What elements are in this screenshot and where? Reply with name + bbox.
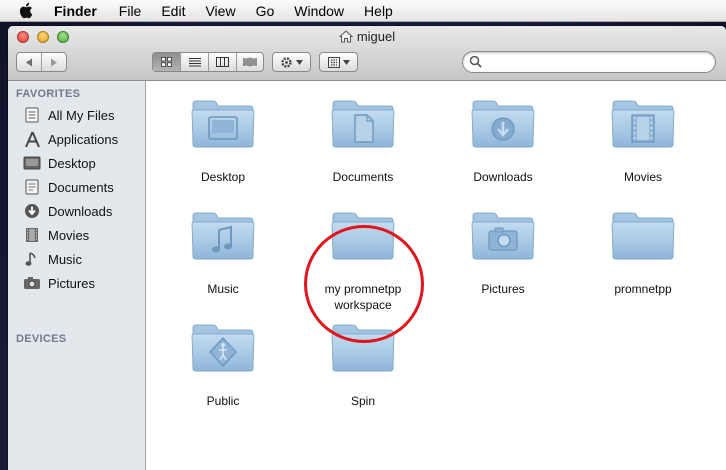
action-button[interactable]: [272, 52, 311, 72]
file-item-downloads[interactable]: Downloads: [448, 98, 558, 184]
menu-finder[interactable]: Finder: [54, 3, 97, 19]
file-item-movies[interactable]: Movies: [588, 98, 698, 184]
sidebar-item-movies[interactable]: Movies: [22, 224, 142, 246]
music-icon: [22, 250, 42, 268]
public-folder-icon: [191, 322, 255, 372]
forward-button[interactable]: [42, 53, 66, 71]
sidebar-item-documents[interactable]: Documents: [22, 176, 142, 198]
chevron-down-icon: [296, 59, 303, 65]
file-item-public[interactable]: Public: [168, 322, 278, 408]
devices-header: DEVICES: [16, 333, 67, 345]
file-name: Movies: [623, 170, 662, 184]
list-view-icon: [188, 57, 201, 67]
favorites-header: FAVORITES: [16, 88, 81, 100]
sidebar-item-label: All My Files: [48, 107, 115, 123]
downloads-icon: [22, 202, 42, 220]
desktop-icon: [22, 154, 42, 172]
file-item-pictures[interactable]: Pictures: [448, 210, 558, 296]
column-view-icon: [216, 57, 229, 67]
sidebar-item-all-my-files[interactable]: All My Files: [22, 104, 142, 126]
sidebar-item-label: Desktop: [48, 155, 96, 171]
sidebar-item-label: Pictures: [48, 275, 95, 291]
file-name: promnetpp: [614, 282, 672, 296]
file-name: Documents: [332, 170, 394, 184]
file-name: Music: [207, 282, 239, 296]
chevron-down-icon: [342, 59, 350, 65]
arrange-icon: [327, 56, 340, 68]
documents-folder-icon: [331, 98, 395, 148]
arrange-button[interactable]: [319, 52, 358, 72]
cover-flow-button[interactable]: [237, 53, 263, 71]
search-input[interactable]: [485, 54, 711, 72]
music-folder-icon: [191, 210, 255, 260]
home-icon: [338, 30, 353, 43]
menu-view[interactable]: View: [205, 3, 235, 19]
window-title: miguel: [8, 29, 726, 44]
file-name: Spin: [350, 394, 376, 408]
movies-folder-icon: [611, 98, 675, 148]
title-bar[interactable]: miguel: [8, 26, 726, 81]
file-item-documents[interactable]: Documents: [308, 98, 418, 184]
back-button[interactable]: [17, 53, 42, 71]
pictures-folder-icon: [471, 210, 535, 260]
view-mode-control: [152, 52, 264, 72]
sidebar-item-label: Downloads: [48, 203, 113, 219]
window-title-text: miguel: [356, 29, 396, 44]
back-forward-control: [16, 52, 67, 72]
list-view-button[interactable]: [181, 53, 209, 71]
apple-icon[interactable]: [18, 2, 34, 19]
menu-file[interactable]: File: [119, 3, 142, 19]
desktop-folder-icon: [191, 98, 255, 148]
sidebar-item-label: Documents: [48, 179, 114, 195]
file-item-desktop[interactable]: Desktop: [168, 98, 278, 184]
menu-bar: Finder File Edit View Go Window Help: [0, 0, 726, 22]
downloads-folder-icon: [471, 98, 535, 148]
menu-go[interactable]: Go: [256, 3, 275, 19]
sidebar-item-desktop[interactable]: Desktop: [22, 152, 142, 174]
forward-icon: [51, 58, 57, 66]
sidebar-item-label: Music: [48, 251, 82, 267]
sidebar: FAVORITES All My Files Applications Desk…: [8, 81, 146, 470]
sidebar-item-downloads[interactable]: Downloads: [22, 200, 142, 222]
menu-window[interactable]: Window: [294, 3, 344, 19]
pictures-icon: [22, 274, 42, 292]
icon-view-button[interactable]: [153, 53, 181, 71]
movies-icon: [22, 226, 42, 244]
file-name: Pictures: [481, 282, 525, 296]
folder-icon: [611, 210, 675, 260]
file-name: Downloads: [473, 170, 533, 184]
file-name: Desktop: [200, 170, 246, 184]
file-name: Public: [206, 394, 240, 408]
sidebar-item-label: Applications: [48, 131, 119, 147]
cover-flow-icon: [243, 57, 257, 67]
file-browser: Desktop Documents Downloads Movies Music…: [146, 81, 726, 470]
back-icon: [26, 58, 32, 66]
column-view-button[interactable]: [209, 53, 237, 71]
highlight-circle-annotation: [304, 225, 424, 343]
menu-edit[interactable]: Edit: [161, 3, 185, 19]
finder-window: miguel FAVORITES All My Files Applicatio…: [8, 26, 726, 470]
sidebar-item-pictures[interactable]: Pictures: [22, 272, 142, 294]
menu-help[interactable]: Help: [364, 3, 393, 19]
icon-view-icon: [161, 57, 172, 67]
documents-icon: [22, 178, 42, 196]
search-icon: [469, 55, 482, 68]
gear-icon: [281, 56, 292, 68]
file-item-music[interactable]: Music: [168, 210, 278, 296]
file-item-promnetpp[interactable]: promnetpp: [588, 210, 698, 296]
all-files-icon: [22, 106, 42, 124]
search-field[interactable]: [462, 51, 716, 73]
sidebar-item-label: Movies: [48, 227, 90, 243]
sidebar-item-applications[interactable]: Applications: [22, 128, 142, 150]
applications-icon: [22, 130, 42, 148]
sidebar-item-music[interactable]: Music: [22, 248, 142, 270]
